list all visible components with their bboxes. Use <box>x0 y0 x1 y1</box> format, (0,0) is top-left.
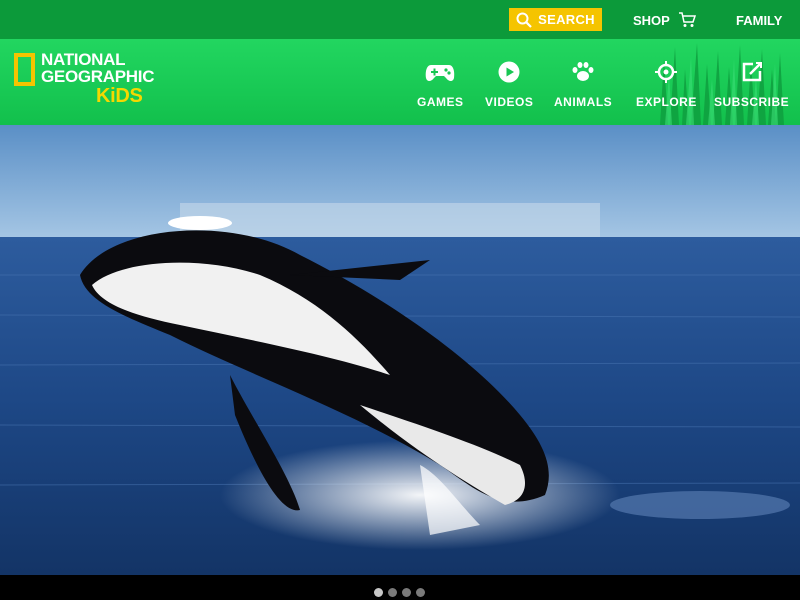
gamepad-icon <box>425 59 455 83</box>
search-button[interactable]: SEARCH <box>509 8 602 31</box>
nav-animals-label: ANIMALS <box>554 95 613 109</box>
natgeo-kids-logo[interactable]: NATIONAL GEOGRAPHIC KiDS <box>14 51 154 117</box>
nav-subscribe[interactable]: SUBSCRIBE <box>714 59 789 109</box>
carousel-dot-2[interactable] <box>388 588 397 597</box>
search-label: SEARCH <box>538 12 595 27</box>
logo-line-1: NATIONAL <box>41 50 126 69</box>
logo-text: NATIONAL GEOGRAPHIC KiDS <box>41 51 154 107</box>
shop-link[interactable]: SHOP <box>633 10 696 30</box>
carousel-dot-3[interactable] <box>402 588 411 597</box>
top-utility-bar: SEARCH SHOP FAMILY <box>0 0 800 39</box>
search-icon <box>516 12 532 28</box>
carousel-dot-1[interactable] <box>374 588 383 597</box>
orca-breaching-photo <box>0 125 800 575</box>
shop-label: SHOP <box>633 12 670 28</box>
family-link[interactable]: FAMILY <box>736 10 782 30</box>
paw-icon <box>571 59 595 83</box>
logo-line-2: GEOGRAPHIC <box>41 67 155 86</box>
cart-icon <box>678 12 696 27</box>
logo-yellow-border <box>14 53 35 86</box>
hero-image-orca[interactable] <box>0 125 800 575</box>
carousel-dot-4[interactable] <box>416 588 425 597</box>
carousel-dots <box>374 588 425 597</box>
nav-videos-label: VIDEOS <box>485 95 534 109</box>
nav-explore-label: EXPLORE <box>636 95 697 109</box>
edit-icon <box>741 59 763 83</box>
crosshair-icon <box>655 59 678 83</box>
main-navigation: NATIONAL GEOGRAPHIC KiDS GAMES VIDEOS AN… <box>0 39 800 125</box>
nav-games-label: GAMES <box>417 95 464 109</box>
nav-subscribe-label: SUBSCRIBE <box>714 95 790 109</box>
nav-videos[interactable]: VIDEOS <box>485 59 533 109</box>
nav-explore[interactable]: EXPLORE <box>636 59 697 109</box>
nav-animals[interactable]: ANIMALS <box>554 59 612 109</box>
family-label: FAMILY <box>736 12 783 28</box>
play-icon <box>498 59 520 83</box>
nav-games[interactable]: GAMES <box>417 59 464 109</box>
logo-kids: KiDS <box>96 85 143 107</box>
